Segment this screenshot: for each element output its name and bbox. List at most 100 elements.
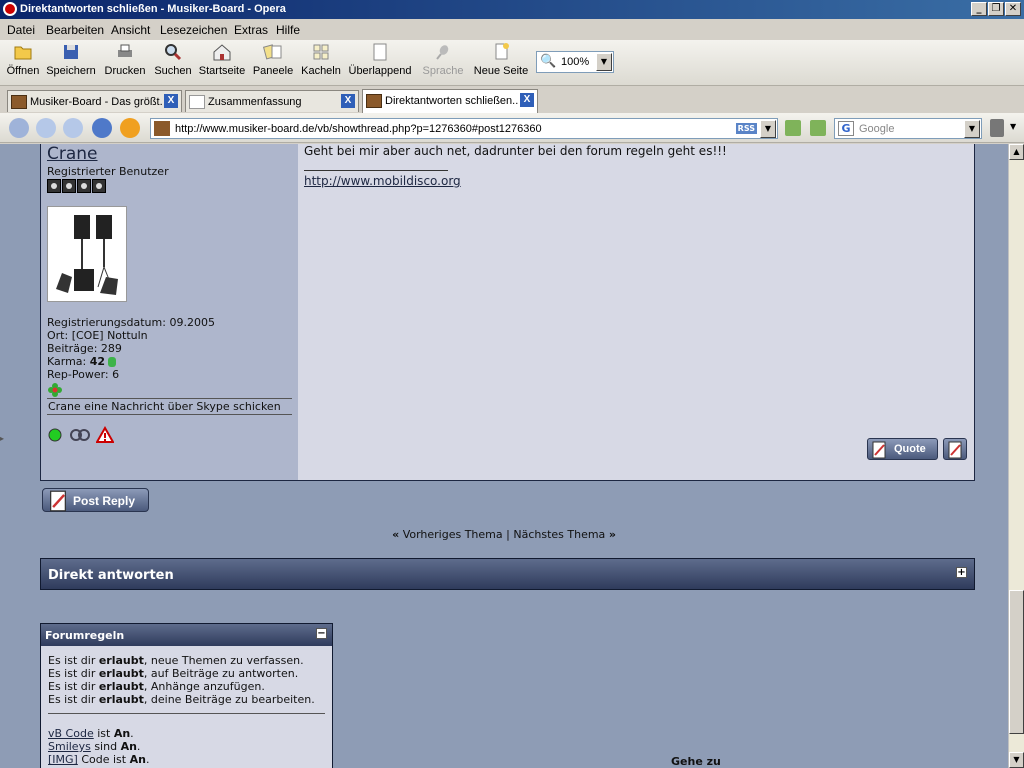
search-field[interactable]: G Google ▼ — [834, 118, 982, 139]
new-page-button[interactable]: Neue Seite — [472, 42, 530, 77]
menu-extras[interactable]: Extras — [234, 23, 268, 37]
open-button[interactable]: Öffnen — [5, 42, 41, 77]
menu-ansicht[interactable]: Ansicht — [111, 23, 150, 37]
tab-zusammenfassung[interactable]: Zusammenfassung X — [185, 90, 359, 112]
quick-reply-header[interactable]: Direkt antworten + — [40, 558, 975, 590]
menu-bar: Datei Bearbeiten Ansicht Lesezeichen Ext… — [0, 19, 1024, 40]
print-button[interactable]: Drucken — [102, 42, 148, 77]
fast-forward-icon[interactable] — [92, 118, 112, 138]
panels-icon — [263, 44, 282, 60]
site-favicon-icon — [154, 121, 170, 136]
vbcode-link[interactable]: vB Code — [48, 727, 94, 740]
status-icons — [47, 426, 114, 444]
restore-button[interactable]: ❐ — [988, 2, 1004, 16]
close-tab-icon[interactable]: X — [164, 94, 178, 108]
code-text: ist — [93, 727, 114, 740]
voice-label: Sprache — [422, 65, 464, 77]
expand-icon[interactable]: + — [956, 567, 967, 578]
rule-bold: erlaubt — [98, 680, 144, 693]
ip-icon[interactable] — [69, 426, 91, 444]
floppy-icon — [64, 45, 78, 59]
bookmark-add-icon[interactable] — [785, 120, 801, 136]
tab-direktantworten[interactable]: Direktantworten schließen... X — [362, 89, 538, 113]
cascade-icon — [373, 43, 387, 61]
scroll-up-icon[interactable]: ▲ — [1009, 144, 1024, 160]
quote-button[interactable]: Quote — [867, 438, 938, 460]
rule-item: Es ist dir erlaubt, Anhänge anzufügen. — [48, 680, 315, 693]
trash-dropdown-icon[interactable]: ▼ — [1010, 122, 1016, 131]
panels-button[interactable]: Paneele — [250, 42, 296, 77]
registration-date: Registrierungsdatum: 09.2005 — [47, 316, 215, 329]
tile-button[interactable]: Kacheln — [299, 42, 343, 77]
rule-item: Es ist dir erlaubt, auf Beiträge zu antw… — [48, 667, 315, 680]
multi-quote-button[interactable] — [943, 438, 967, 460]
main-toolbar: Öffnen Speichern Drucken Suchen Startsei… — [0, 40, 1024, 86]
menu-hilfe[interactable]: Hilfe — [276, 23, 300, 37]
quote-icon — [872, 441, 886, 459]
close-tab-icon[interactable]: X — [520, 93, 534, 107]
previous-thread-link[interactable]: Vorheriges Thema — [403, 528, 503, 541]
rss-icon[interactable]: RSS — [735, 123, 757, 134]
quote-label: Quote — [894, 443, 926, 455]
bookmark-icon[interactable] — [810, 120, 826, 136]
rule-text: , auf Beiträge zu antworten. — [143, 667, 299, 680]
rule-text: Es ist dir — [48, 667, 99, 680]
chevron-down-icon[interactable]: ▼ — [964, 120, 980, 138]
forward-icon[interactable] — [63, 118, 83, 138]
user-title: Registrierter Benutzer — [47, 165, 169, 178]
message-pane: Geht bei mir aber auch net, dadrunter be… — [298, 144, 974, 480]
tile-label: Kacheln — [301, 65, 341, 77]
close-tab-icon[interactable]: X — [341, 94, 355, 108]
tab-musiker-board[interactable]: Musiker-Board - Das größt... X — [7, 90, 182, 112]
tab-label: Direktantworten schließen... — [385, 95, 518, 107]
chevron-down-icon[interactable]: ▼ — [760, 120, 776, 138]
menu-bearbeiten[interactable]: Bearbeiten — [46, 23, 104, 37]
img-code-link[interactable]: [IMG] — [48, 753, 78, 766]
window-title: Direktantworten schließen - Musiker-Boar… — [20, 3, 286, 15]
thread-navigation: « Vorheriges Thema | Nächstes Thema » — [0, 528, 1008, 541]
code-state: An — [129, 753, 146, 766]
minimize-button[interactable]: _ — [971, 2, 987, 16]
rank-icon — [77, 179, 91, 193]
post-reply-button[interactable]: Post Reply — [42, 488, 149, 512]
rewind-icon[interactable] — [9, 118, 29, 138]
search-button[interactable]: Suchen — [152, 42, 194, 77]
avatar — [47, 206, 127, 302]
skype-link[interactable]: Crane eine Nachricht über Skype schicken — [47, 398, 292, 415]
close-window-button[interactable]: ✕ — [1005, 2, 1021, 16]
rule-text: Es ist dir — [48, 680, 99, 693]
voice-button[interactable]: Sprache — [420, 42, 466, 77]
zoom-select[interactable]: 🔍 100% ▼ — [536, 51, 614, 73]
report-icon[interactable] — [96, 426, 114, 444]
address-field[interactable]: http://www.musiker-board.de/vb/showthrea… — [150, 118, 778, 139]
goto-label: Gehe zu — [671, 755, 721, 768]
home-button[interactable]: Startseite — [198, 42, 246, 77]
back-icon[interactable] — [36, 118, 56, 138]
user-info-pane: Crane Registrierter Benutzer Registrieru… — [41, 144, 298, 480]
scroll-down-icon[interactable]: ▼ — [1009, 752, 1024, 768]
save-button[interactable]: Speichern — [45, 42, 97, 77]
username-link[interactable]: Crane — [47, 144, 98, 164]
rule-item: Es ist dir erlaubt, neue Themen zu verfa… — [48, 654, 315, 667]
scrollbar-thumb[interactable] — [1009, 590, 1024, 734]
zoom-value: 100% — [561, 56, 590, 68]
vertical-scrollbar[interactable]: ▲ ▼ — [1008, 144, 1024, 768]
menu-datei[interactable]: Datei — [7, 23, 35, 37]
smileys-link[interactable]: Smileys — [48, 740, 91, 753]
signature-link[interactable]: http://www.mobildisco.org — [304, 174, 461, 188]
house-icon — [213, 44, 231, 61]
reload-icon[interactable] — [120, 118, 140, 138]
next-thread-link[interactable]: Nächstes Thema — [513, 528, 605, 541]
tab-label: Zusammenfassung — [208, 96, 302, 108]
menu-lesezeichen[interactable]: Lesezeichen — [160, 23, 227, 37]
cascade-button[interactable]: Überlappend — [347, 42, 413, 77]
tab-bar: Musiker-Board - Das größt... X Zusammenf… — [0, 87, 1024, 113]
post-count: Beiträge: 289 — [47, 342, 122, 355]
code-item: [IMG] Code ist An. — [48, 753, 149, 766]
trash-icon[interactable] — [990, 119, 1004, 137]
rule-text: , deine Beiträge zu bearbeiten. — [143, 693, 315, 706]
icq-flower-icon[interactable] — [47, 382, 63, 398]
chevron-down-icon[interactable]: ▼ — [596, 53, 612, 71]
rule-bold: erlaubt — [98, 667, 144, 680]
collapse-icon[interactable]: − — [316, 628, 327, 639]
